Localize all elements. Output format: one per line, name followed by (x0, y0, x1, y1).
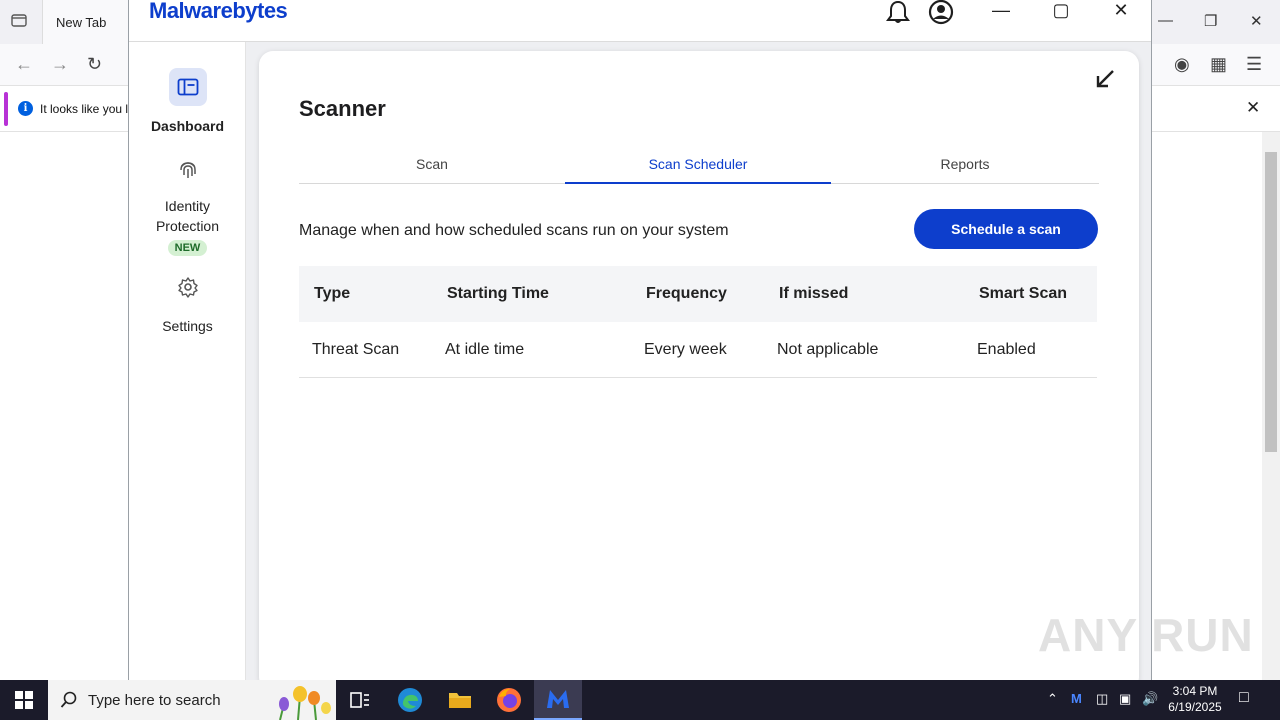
app-maximize-icon[interactable]: ▢ (1046, 0, 1076, 26)
tulips-decoration-icon (279, 686, 331, 720)
sidebar-item-label: Identity Protection (155, 198, 220, 234)
browser-scrollbar[interactable] (1262, 132, 1280, 680)
scheduler-description: Manage when and how scheduled scans run … (299, 222, 729, 239)
browser-tab[interactable]: New Tab (42, 0, 142, 44)
tab-scan[interactable]: Scan (299, 148, 565, 184)
column-header: Starting Time (447, 285, 549, 302)
search-icon (60, 691, 77, 708)
taskbar-clock[interactable]: 3:04 PM 6/19/2025 (1160, 683, 1230, 715)
fingerprint-icon (169, 150, 207, 188)
malwarebytes-window: Malwarebytes — ▢ ✕ Dashboard Identity Pr… (128, 0, 1152, 691)
main-area: Scanner Scan Scan Scheduler Reports Mana… (246, 42, 1151, 691)
app-titlebar: Malwarebytes — ▢ ✕ (129, 0, 1151, 42)
table-cell: Enabled (977, 341, 1036, 358)
taskbar: Type here to search ⌃ M ◫ ▣ 🔊 3:04 PM 6/… (0, 680, 1280, 720)
gear-icon (169, 268, 207, 306)
table-cell: Every week (644, 341, 727, 358)
tab-scan-scheduler[interactable]: Scan Scheduler (565, 148, 831, 184)
column-header: Frequency (646, 285, 727, 302)
tray-chevron-icon[interactable]: ⌃ (1047, 691, 1058, 707)
file-explorer-icon[interactable] (436, 680, 484, 720)
clock-date: 6/19/2025 (1168, 700, 1222, 714)
tray-device-icon[interactable]: ◫ (1096, 691, 1108, 707)
column-header: Type (314, 285, 351, 302)
notifications-icon[interactable]: □ (1239, 689, 1249, 707)
tray-network-icon[interactable]: ▣ (1119, 691, 1131, 707)
reload-icon[interactable]: ↻ (87, 54, 102, 75)
malwarebytes-taskbar-icon[interactable] (534, 680, 582, 720)
sidebar-item-settings[interactable]: Settings (129, 268, 246, 334)
browser-close-icon[interactable]: ✕ (1250, 12, 1263, 30)
account-circle-icon[interactable]: ◉ (1174, 54, 1190, 75)
table-header: Type Starting Time Frequency If missed S… (299, 266, 1097, 322)
table-cell: Not applicable (777, 341, 879, 358)
schedule-scan-button[interactable]: Schedule a scan (914, 209, 1098, 249)
notification-close-icon[interactable]: ✕ (1246, 98, 1260, 118)
info-icon: i (18, 101, 33, 116)
table-cell: Threat Scan (312, 341, 400, 358)
windows-start-icon[interactable] (0, 680, 48, 720)
app-minimize-icon[interactable]: — (986, 0, 1016, 26)
collapse-arrow-icon[interactable] (1093, 67, 1117, 91)
search-placeholder: Type here to search (88, 692, 221, 709)
tab-list-icon[interactable] (8, 12, 30, 32)
app-close-icon[interactable]: ✕ (1106, 0, 1136, 26)
scanner-card: Scanner Scan Scan Scheduler Reports Mana… (259, 51, 1139, 691)
bell-icon[interactable] (883, 0, 913, 26)
forward-icon[interactable]: → (51, 54, 69, 75)
tab-reports[interactable]: Reports (832, 148, 1098, 184)
browser-minimize-icon[interactable]: — (1158, 12, 1173, 29)
column-header: If missed (779, 285, 849, 302)
notification-accent (4, 92, 8, 126)
extensions-icon[interactable]: ▦ (1210, 54, 1227, 75)
account-icon[interactable] (926, 0, 956, 26)
sidebar-item-identity-protection[interactable]: Identity Protection NEW (129, 150, 246, 256)
edge-icon[interactable] (386, 680, 434, 720)
scrollbar-thumb[interactable] (1265, 152, 1277, 452)
table-row[interactable]: Threat Scan At idle time Every week Not … (299, 322, 1097, 378)
schedule-table: Type Starting Time Frequency If missed S… (299, 266, 1097, 378)
task-view-icon[interactable] (336, 680, 384, 720)
sidebar-item-label: Settings (162, 318, 213, 334)
tray-volume-icon[interactable]: 🔊 (1142, 691, 1158, 707)
browser-restore-icon[interactable]: ❐ (1204, 12, 1217, 30)
tray-malwarebytes-icon[interactable]: M (1071, 691, 1082, 706)
watermark: ANY RUN (1038, 609, 1254, 661)
clock-time: 3:04 PM (1172, 684, 1218, 698)
page-title: Scanner (299, 96, 386, 121)
column-header: Smart Scan (979, 285, 1068, 302)
notification-text: It looks like you l (40, 102, 129, 116)
new-badge: NEW (167, 240, 208, 256)
back-icon[interactable]: ← (15, 54, 33, 75)
app-logo: Malwarebytes (149, 0, 288, 23)
dashboard-icon (168, 68, 207, 106)
table-cell: At idle time (445, 341, 525, 358)
app-sidebar: Dashboard Identity Protection NEW Settin… (129, 42, 246, 680)
firefox-icon[interactable] (485, 680, 533, 720)
sidebar-item-label: Dashboard (150, 118, 225, 134)
menu-icon[interactable]: ☰ (1246, 54, 1262, 75)
scanner-tabs: Scan Scan Scheduler Reports (299, 148, 1099, 184)
sidebar-item-dashboard[interactable]: Dashboard (129, 68, 246, 134)
taskbar-search[interactable]: Type here to search (48, 680, 336, 720)
